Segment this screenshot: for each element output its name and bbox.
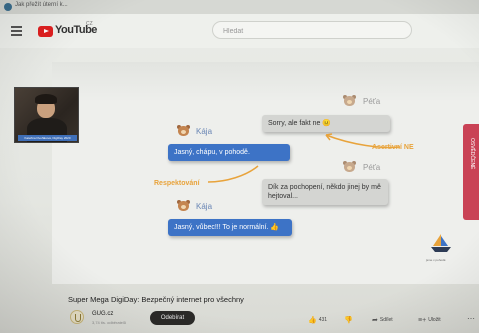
video-title: Super Mega DigiDay: Bezpečný internet pr…: [68, 295, 244, 304]
annotation-arrow: [325, 133, 401, 149]
thumb-up-icon: 👍: [308, 317, 317, 324]
chat-bubble: Dík za pochopení, někdo jinej by mě hejt…: [262, 179, 388, 205]
youtube-logo[interactable]: YouTube: [38, 24, 97, 37]
more-options-icon[interactable]: ⋯: [467, 314, 475, 323]
like-button[interactable]: 👍 431: [308, 314, 327, 326]
hamburger-menu-icon[interactable]: [11, 26, 22, 36]
dislike-button[interactable]: 👎: [344, 314, 353, 326]
channel-avatar[interactable]: [70, 310, 84, 324]
side-tab[interactable]: OSVĚDČENÉ: [463, 124, 479, 220]
participant-name: Kája: [196, 127, 213, 136]
webcam-inset: Kateřina Dvořáková, DigiDay 2020: [14, 87, 79, 143]
search-box[interactable]: [212, 21, 412, 39]
annotation-arrow: [207, 165, 259, 183]
subscribe-button[interactable]: Odebírat: [150, 311, 195, 325]
screen: Jak přežít úterní k... YouTube CZ Kateři…: [0, 0, 479, 333]
webcam-caption: Kateřina Dvořáková, DigiDay 2020: [18, 135, 77, 141]
share-button[interactable]: ➦ Sdílet: [372, 314, 393, 326]
subscriber-count: 3,74 tis. odběratelů: [92, 320, 127, 325]
video-top-shade: [52, 62, 479, 102]
participant-name: Péťa: [363, 163, 381, 172]
share-label: Sdílet: [379, 317, 393, 323]
hamster-avatar-icon: [177, 200, 190, 211]
hamster-avatar-icon: [343, 161, 356, 172]
youtube-header: YouTube CZ: [0, 14, 479, 48]
thumb-down-icon: 👎: [344, 317, 353, 324]
like-count: 431: [318, 317, 328, 323]
share-icon: ➦: [372, 317, 378, 324]
channel-name[interactable]: GUG.cz: [92, 311, 113, 317]
save-label: Uložit: [428, 317, 441, 323]
annotation-label: Respektování: [154, 180, 200, 187]
browser-tab-bar: Jak přežít úterní k...: [0, 0, 479, 14]
paper-boat-icon: [431, 234, 451, 252]
annotation-label: Asertivní NE: [372, 144, 414, 151]
tab-favicon-icon: [4, 3, 12, 11]
hamster-avatar-icon: [343, 95, 356, 106]
tab-title[interactable]: Jak přežít úterní k...: [15, 2, 68, 8]
participant-name: Péťa: [363, 97, 381, 106]
chat-bubble: Jasný, chápu, v pohodě.: [168, 144, 290, 161]
participant-name: Kája: [196, 202, 213, 211]
presenter-hair: [35, 94, 57, 104]
region-code: CZ: [86, 21, 93, 27]
save-button[interactable]: ≡+ Uložit: [418, 314, 441, 326]
search-input[interactable]: [223, 25, 403, 37]
side-tab-label: OSVĚDČENÉ: [469, 138, 475, 170]
youtube-play-icon: [38, 26, 53, 37]
hamster-avatar-icon: [177, 125, 190, 136]
chat-bubble: Jasný, vůbec!!! To je normální. 👍: [168, 219, 292, 236]
save-icon: ≡+: [418, 316, 427, 324]
boat-caption: jsme v pohodě: [426, 258, 446, 262]
